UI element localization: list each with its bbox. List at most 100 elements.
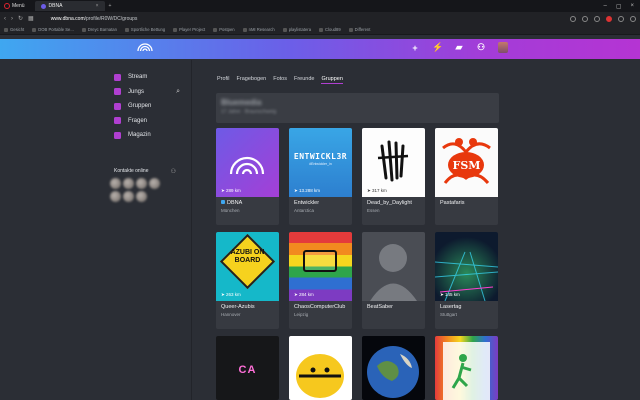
camera-icon[interactable] [570,15,576,22]
dbna-favicon-icon [40,3,46,9]
group-card-dbna[interactable]: ➤ 289 km DBNA München [216,128,279,225]
contact-avatar[interactable] [149,178,160,189]
settings-icon[interactable] [630,15,636,22]
contact-avatar[interactable] [136,178,147,189]
add-contact-icon[interactable]: ⚇ [171,168,176,175]
reload-icon[interactable]: ↻ [18,15,23,22]
group-card-queer-azubis[interactable]: AZUBI ON BOARD ➤ 263 km Queer-Azubis Han… [216,232,279,329]
bookmark-icon [124,27,129,32]
question-icon [114,117,121,125]
group-image-subtext: #Entwickler_in [309,162,332,166]
tab-profil[interactable]: Profil [217,76,230,84]
sidebar-item-label: Fragen [128,117,148,124]
people-icon[interactable]: ⚇ [476,42,486,53]
sidebar-item-stream[interactable]: Stream [114,70,180,85]
bookmark-item[interactable]: Postpen [213,27,235,32]
maximize-icon[interactable]: ▢ [616,3,622,10]
sidebar-divider [191,60,192,400]
bookmark-item[interactable]: playlistatera [282,27,311,32]
bee-icon [296,354,344,398]
group-card[interactable] [435,336,498,400]
contact-avatar[interactable] [136,191,147,202]
search-icon[interactable]: ⌕ [176,88,180,96]
bookmark-item[interactable]: Cloud89 [319,27,341,32]
browser-menu-button[interactable]: Menü [0,3,29,9]
group-card-entwickler[interactable]: ENTWICKL3R #Entwickler_in ➤ 13.288 km En… [289,128,352,225]
contact-avatar[interactable] [110,178,121,189]
close-window-icon[interactable]: × [630,3,634,10]
bookmark-item[interactable]: DOB Portable Se... [32,27,74,32]
contact-avatar[interactable] [110,191,121,202]
browser-tab-dbna[interactable]: DBNA × [34,1,105,11]
bookmark-item[interactable]: Dreyc Barnatan [81,27,117,32]
bookmark-item[interactable]: Player Project [173,27,205,32]
group-image-text: ENTWICKL3R [293,152,348,161]
sidebar-item-magazin[interactable]: Magazin [114,128,180,143]
bookmark-item[interactable]: nMI Research [242,27,275,32]
bookmark-item[interactable]: Gesicht [4,27,24,32]
tab-fragebogen[interactable]: Fragebogen [237,76,267,84]
group-image [289,336,352,400]
heart-icon[interactable] [594,15,600,22]
bookmark-icon [32,27,37,32]
dbna-logo-icon [229,156,265,175]
group-image: CA [216,336,279,400]
contact-avatar[interactable] [123,178,134,189]
contact-avatar[interactable] [123,191,134,202]
placeholder-person-icon [370,244,417,301]
sidebar-item-fragen[interactable]: Fragen [114,114,180,129]
group-card[interactable]: CA [216,336,279,400]
group-card-lasertag[interactable]: ➤ 145 km Lasertag Stuttgart [435,232,498,329]
download-icon[interactable] [618,15,624,22]
group-card-pastafaris[interactable]: FSM Pastafaris [435,128,498,225]
browser-menu-label: Menü [12,3,25,9]
magazine-icon [114,131,121,139]
group-name: Entwickler [294,200,320,206]
group-distance: ➤ 145 km [440,292,460,297]
tab-fotos[interactable]: Fotos [273,76,287,84]
dbna-logo-icon[interactable] [137,41,153,51]
laser-arena-icon [435,251,498,301]
bookmark-icon [4,27,8,32]
sidebar-item-label: Gruppen [128,103,152,110]
back-icon[interactable]: ‹ [4,16,6,22]
user-avatar[interactable] [498,42,508,53]
browser-tab-bar: Menü DBNA × + – ▢ × [0,0,640,12]
group-card[interactable] [362,336,425,400]
tabs-grid-icon[interactable]: ▦ [28,15,34,22]
tab-gruppen[interactable]: Gruppen [321,76,343,84]
close-tab-icon[interactable]: × [96,3,99,9]
address-bar[interactable]: www.dbna.com/profile/R0W/DC/groups [51,16,451,22]
sidebar-item-gruppen[interactable]: Gruppen [114,99,180,114]
group-location [435,206,498,210]
new-tab-icon[interactable]: + [109,3,112,9]
sidebar-item-jungs[interactable]: Jungs ⌕ [114,85,180,100]
group-card-chaos-computer-club[interactable]: ➤ 284 km ChaosComputerClub Leipzig [289,232,352,329]
bookmark-item[interactable]: Sportliche Bettung [124,27,165,32]
chat-icon[interactable]: ▰ [454,42,464,53]
tab-freunde[interactable]: Freunde [294,76,315,84]
group-image: FSM [435,128,498,197]
bolt-icon[interactable]: ⚡ [432,42,443,53]
group-card[interactable] [289,336,352,400]
bookmark-item[interactable]: Different [348,27,370,32]
record-icon[interactable] [606,15,612,22]
bookmark-icon [319,27,324,32]
group-image: ➤ 317 km [362,128,425,197]
group-location: Essen [367,208,380,213]
bookmark-icon [242,27,247,32]
plus-icon[interactable]: + [410,43,420,53]
group-card-beatsaber[interactable]: BeatSaber [362,232,425,329]
ccc-logo-icon [303,250,337,272]
minimize-icon[interactable]: – [603,3,606,10]
forward-icon[interactable]: › [11,16,13,22]
group-image-text: FSM [452,159,481,172]
group-image: AZUBI ON BOARD ➤ 263 km [216,232,279,301]
contacts-online-list [110,178,160,202]
shield-icon[interactable] [582,15,588,22]
profile-details: 17 Jahre · Braunschweig [221,109,277,115]
bookmark-icon [81,27,86,32]
group-card-dead-by-daylight[interactable]: ➤ 317 km Dead_by_Daylight Essen [362,128,425,225]
group-location: Hannover [221,312,241,317]
app-header [0,39,640,59]
